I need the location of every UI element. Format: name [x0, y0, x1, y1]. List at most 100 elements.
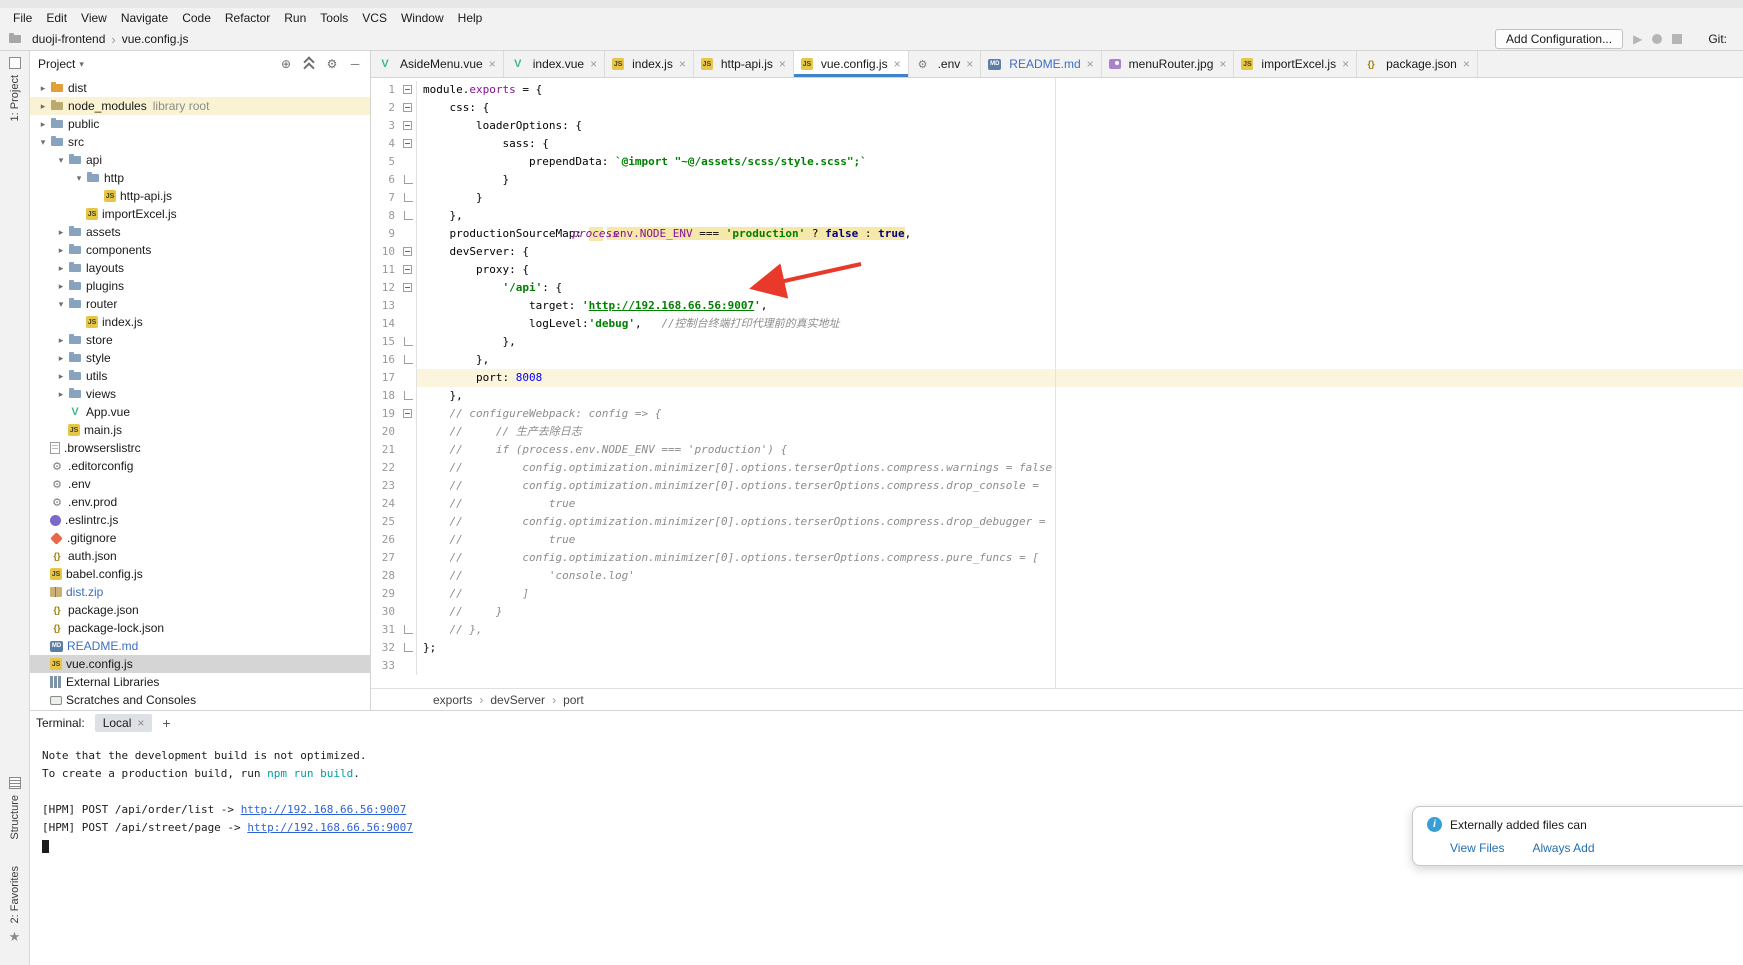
notification-action-view-files[interactable]: View Files	[1450, 841, 1504, 855]
tree-item-.editorconfig[interactable]: ⚙.editorconfig	[30, 457, 370, 475]
fold-collapse-icon[interactable]	[403, 247, 412, 256]
menu-file[interactable]: File	[6, 9, 39, 27]
fold-end-icon[interactable]	[404, 175, 413, 184]
terminal-tab-local[interactable]: Local ×	[95, 714, 153, 732]
code-text[interactable]: };	[417, 639, 1743, 657]
tree-item-App.vue[interactable]: VApp.vue	[30, 403, 370, 421]
close-icon[interactable]: ×	[489, 57, 496, 71]
code-text[interactable]: port: 8008	[417, 369, 1743, 387]
fold-end-icon[interactable]	[404, 355, 413, 364]
breadcrumb-exports[interactable]: exports	[433, 693, 472, 707]
close-icon[interactable]: ×	[894, 57, 901, 71]
breadcrumb-port[interactable]: port	[563, 693, 584, 707]
chevron-expanded-icon[interactable]: ▾	[54, 155, 68, 166]
tree-item-.env[interactable]: ⚙.env	[30, 475, 370, 493]
breadcrumb-file[interactable]: vue.config.js	[122, 32, 189, 46]
tree-item-package-lock.json[interactable]: {}package-lock.json	[30, 619, 370, 637]
close-icon[interactable]: ×	[590, 57, 597, 71]
chevron-collapsed-icon[interactable]: ▸	[36, 119, 50, 130]
code-text[interactable]: // config.optimization.minimizer[0].opti…	[417, 459, 1743, 477]
tree-item-Scratches and Consoles[interactable]: Scratches and Consoles	[30, 691, 370, 709]
code-text[interactable]: '/api': {	[417, 279, 1743, 297]
tree-item-plugins[interactable]: ▸plugins	[30, 277, 370, 295]
code-text[interactable]: // config.optimization.minimizer[0].opti…	[417, 477, 1743, 495]
editor-tab-http-api.js[interactable]: JShttp-api.js×	[694, 51, 794, 77]
fold-collapse-icon[interactable]	[403, 409, 412, 418]
project-panel-title[interactable]: Project	[38, 57, 75, 71]
code-text[interactable]: // true	[417, 531, 1743, 549]
tree-item-api[interactable]: ▾api	[30, 151, 370, 169]
chevron-collapsed-icon[interactable]: ▸	[54, 245, 68, 256]
fold-end-icon[interactable]	[404, 625, 413, 634]
tree-item-README.md[interactable]: MDREADME.md	[30, 637, 370, 655]
close-icon[interactable]: ×	[1342, 57, 1349, 71]
git-branch-widget[interactable]: Git:	[1708, 32, 1727, 46]
hide-icon[interactable]: ─	[348, 57, 362, 71]
chevron-collapsed-icon[interactable]: ▸	[36, 101, 50, 112]
fold-collapse-icon[interactable]	[403, 139, 412, 148]
fold-end-icon[interactable]	[404, 211, 413, 220]
code-text[interactable]: // 'console.log'	[417, 567, 1743, 585]
chevron-down-icon[interactable]: ▾	[79, 59, 84, 70]
fold-end-icon[interactable]	[404, 193, 413, 202]
code-text[interactable]: // }	[417, 603, 1743, 621]
code-text[interactable]: },	[417, 351, 1743, 369]
chevron-expanded-icon[interactable]: ▾	[36, 137, 50, 148]
menu-code[interactable]: Code	[175, 9, 218, 27]
breadcrumb-project[interactable]: duoji-frontend	[32, 32, 105, 46]
tree-item-http-api.js[interactable]: JShttp-api.js	[30, 187, 370, 205]
tree-item-components[interactable]: ▸components	[30, 241, 370, 259]
tree-item-main.js[interactable]: JSmain.js	[30, 421, 370, 439]
settings-icon[interactable]: ⚙	[325, 57, 339, 71]
breadcrumb-devServer[interactable]: devServer	[490, 693, 545, 707]
tree-item-assets[interactable]: ▸assets	[30, 223, 370, 241]
code-text[interactable]: proxy: {	[417, 261, 1743, 279]
tree-item-.eslintrc.js[interactable]: .eslintrc.js	[30, 511, 370, 529]
code-text[interactable]: },	[417, 333, 1743, 351]
close-icon[interactable]: ×	[1463, 57, 1470, 71]
tree-item-public[interactable]: ▸public	[30, 115, 370, 133]
code-text[interactable]: // // 生产去除日志	[417, 423, 1743, 441]
tree-item-src[interactable]: ▾src	[30, 133, 370, 151]
debug-icon[interactable]	[1652, 34, 1662, 44]
select-opened-file-icon[interactable]: ⊕	[279, 57, 293, 71]
code-text[interactable]: // },	[417, 621, 1743, 639]
tree-item-vue.config.js[interactable]: JSvue.config.js	[30, 655, 370, 673]
chevron-collapsed-icon[interactable]: ▸	[54, 371, 68, 382]
fold-collapse-icon[interactable]	[403, 121, 412, 130]
editor-tab-menuRouter.jpg[interactable]: menuRouter.jpg×	[1102, 51, 1235, 77]
chevron-expanded-icon[interactable]: ▾	[54, 299, 68, 310]
chevron-collapsed-icon[interactable]: ▸	[54, 227, 68, 238]
close-icon[interactable]: ×	[137, 716, 144, 730]
menu-view[interactable]: View	[74, 9, 114, 27]
editor-tab-vue.config.js[interactable]: JSvue.config.js×	[794, 51, 909, 77]
menu-window[interactable]: Window	[394, 9, 451, 27]
tree-item-index.js[interactable]: JSindex.js	[30, 313, 370, 331]
close-icon[interactable]: ×	[1219, 57, 1226, 71]
fold-end-icon[interactable]	[404, 337, 413, 346]
code-text[interactable]: target: 'http://192.168.66.56:9007',	[417, 297, 1743, 315]
fold-collapse-icon[interactable]	[403, 265, 412, 274]
terminal-link[interactable]: http://192.168.66.56:9007	[247, 821, 413, 834]
menu-vcs[interactable]: VCS	[355, 9, 394, 27]
tree-item-dist[interactable]: ▸dist	[30, 79, 370, 97]
project-stripe-button[interactable]: 1: Project	[9, 57, 21, 127]
code-text[interactable]: // config.optimization.minimizer[0].opti…	[417, 513, 1743, 531]
editor-tab-.env[interactable]: ⚙.env×	[909, 51, 982, 77]
favorites-stripe-button[interactable]: 2: Favorites ★	[9, 860, 21, 951]
editor-tab-package.json[interactable]: {}package.json×	[1357, 51, 1478, 77]
structure-stripe-button[interactable]: Structure	[9, 777, 21, 846]
tree-item-style[interactable]: ▸style	[30, 349, 370, 367]
tree-item-importExcel.js[interactable]: JSimportExcel.js	[30, 205, 370, 223]
collapse-all-icon[interactable]	[302, 57, 316, 71]
menu-help[interactable]: Help	[451, 9, 490, 27]
fold-end-icon[interactable]	[404, 643, 413, 652]
notification-action-always-add[interactable]: Always Add	[1532, 841, 1594, 855]
terminal-link[interactable]: http://192.168.66.56:9007	[241, 803, 407, 816]
tree-item-babel.config.js[interactable]: JSbabel.config.js	[30, 565, 370, 583]
stop-icon[interactable]	[1672, 34, 1682, 44]
tree-item-utils[interactable]: ▸utils	[30, 367, 370, 385]
editor-tab-index.js[interactable]: JSindex.js×	[605, 51, 694, 77]
close-icon[interactable]: ×	[966, 57, 973, 71]
new-terminal-session-icon[interactable]: +	[162, 715, 170, 731]
